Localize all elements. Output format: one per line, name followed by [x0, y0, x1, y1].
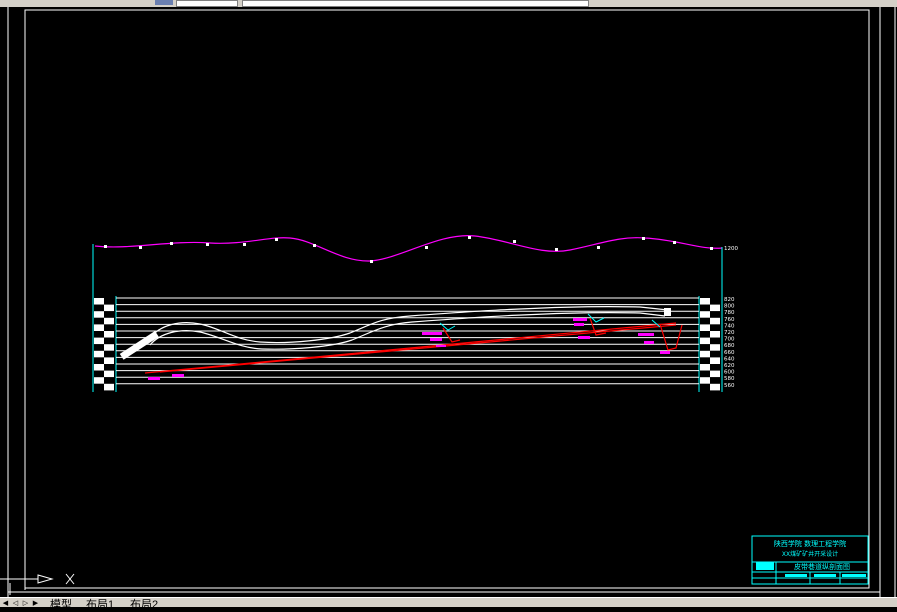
title-institution: 陕西学院 数理工程学院 — [774, 539, 846, 548]
scale-cell — [94, 370, 104, 378]
scale-cell — [700, 317, 710, 325]
scale-cell — [104, 337, 114, 345]
scale-cell — [104, 317, 114, 325]
elevation-label: 720 — [724, 330, 735, 336]
scale-cell — [710, 357, 720, 364]
scale-cell — [94, 344, 104, 351]
scale-cell — [104, 364, 114, 371]
title-subtitle: XX煤矿矿井开采设计 — [782, 550, 838, 558]
scale-cell — [700, 357, 710, 364]
scale-cell — [700, 364, 710, 371]
scale-cell — [94, 377, 104, 384]
scale-cell — [710, 317, 720, 325]
scale-cell — [94, 357, 104, 364]
elevation-label: 820 — [724, 297, 735, 303]
elevation-label: 640 — [724, 356, 735, 362]
coal-seam — [144, 317, 683, 374]
scale-cell — [104, 377, 114, 384]
elevation-label: 600 — [724, 370, 735, 376]
scale-cell — [94, 364, 104, 371]
terrain-markers — [104, 236, 713, 263]
scale-bar-left — [94, 298, 114, 391]
drawing-canvas[interactable]: 1200 820 800 780 760 740 720 700 680 660 640 620 600… — [0, 7, 897, 597]
scale-cell — [700, 337, 710, 345]
scale-cell — [104, 344, 114, 351]
scale-cell — [94, 331, 104, 338]
scale-cell — [104, 331, 114, 338]
scale-cell — [94, 324, 104, 331]
elevation-label: 660 — [724, 350, 735, 356]
scale-cell — [94, 304, 104, 312]
toolbar-strip — [0, 0, 897, 7]
elevation-label: 700 — [724, 337, 735, 343]
scale-cell — [710, 311, 720, 318]
scale-cell — [94, 317, 104, 325]
scale-cell — [700, 331, 710, 338]
layer-field[interactable] — [176, 0, 238, 7]
title-block: 陕西学院 数理工程学院 XX煤矿矿井开采设计 皮带巷道纵剖面图 — [751, 535, 869, 585]
scale-cell — [700, 324, 710, 331]
scale-cell — [710, 377, 720, 384]
drawing-svg: 1200 820800780760740720700680660640620600… — [0, 7, 896, 597]
elevation-label: 740 — [724, 323, 735, 329]
elevation-label: 680 — [724, 343, 735, 349]
scale-cell — [710, 331, 720, 338]
scale-cell — [710, 324, 720, 331]
scale-cell — [700, 370, 710, 378]
scale-cell — [710, 344, 720, 351]
elevation-grid — [116, 297, 699, 385]
scale-cell — [700, 298, 710, 305]
scale-cell — [700, 344, 710, 351]
scale-cell — [104, 304, 114, 312]
scale-cell — [104, 357, 114, 364]
scale-cell — [710, 298, 720, 305]
scale-cell — [94, 383, 104, 391]
scale-cell — [710, 383, 720, 391]
elevation-label: 560 — [724, 383, 735, 389]
scale-cell — [700, 350, 710, 358]
scale-cell — [710, 337, 720, 345]
scale-cell — [700, 377, 710, 384]
linetype-field[interactable] — [242, 0, 589, 7]
elevation-label: 1200 — [724, 246, 738, 252]
elevation-label: 760 — [724, 317, 735, 323]
scale-cell — [104, 383, 114, 391]
scale-cell — [104, 311, 114, 318]
scale-cell — [94, 350, 104, 358]
elevation-labels: 1200 820800780760740720700680660640620600… — [724, 246, 738, 389]
layer-icon[interactable] — [155, 0, 173, 5]
scale-cell — [94, 311, 104, 318]
elevation-label: 800 — [724, 304, 735, 310]
elevation-label: 580 — [724, 376, 735, 382]
shaft-end — [664, 308, 671, 316]
scale-cell — [700, 383, 710, 391]
scale-cell — [700, 311, 710, 318]
scale-cell — [104, 324, 114, 331]
terrain-profile — [94, 235, 723, 262]
scale-cell — [104, 298, 114, 305]
scale-cell — [94, 337, 104, 345]
incline-shaft — [119, 331, 159, 360]
scale-cell — [104, 350, 114, 358]
scale-cell — [700, 304, 710, 312]
elevation-label: 780 — [724, 310, 735, 316]
title-drawing-name: 皮带巷道纵剖面图 — [794, 562, 850, 571]
roadway — [149, 306, 669, 350]
scale-cell — [710, 350, 720, 358]
scale-cell — [710, 304, 720, 312]
scale-bar-right — [700, 298, 720, 391]
scale-cell — [710, 370, 720, 378]
scale-cell — [94, 298, 104, 305]
scale-cell — [710, 364, 720, 371]
scale-cell — [104, 370, 114, 378]
drawing-frame — [7, 7, 896, 597]
elevation-label: 620 — [724, 363, 735, 369]
